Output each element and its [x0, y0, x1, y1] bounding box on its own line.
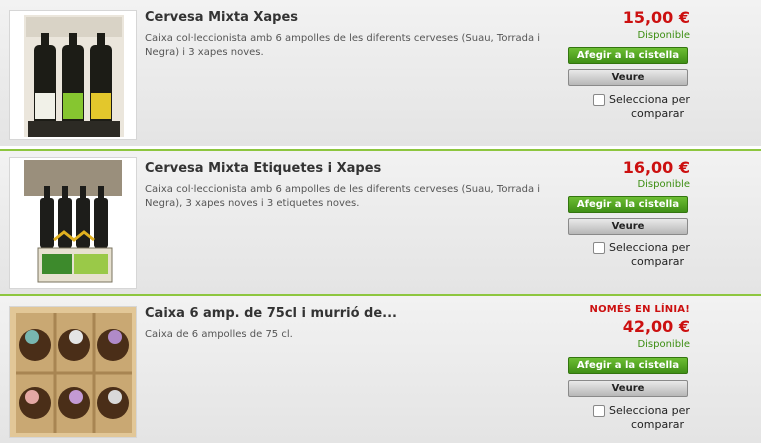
availability-status: Disponible	[637, 339, 690, 350]
product-description: Caixa col·leccionista amb 6 ampolles de …	[145, 33, 541, 58]
checkbox[interactable]	[593, 405, 605, 417]
availability-status: Disponible	[637, 179, 690, 190]
price: 15,00 €	[622, 8, 690, 27]
product-image[interactable]	[9, 157, 137, 289]
product-image[interactable]	[9, 306, 137, 438]
price: 16,00 €	[622, 158, 690, 177]
checkbox[interactable]	[593, 94, 605, 106]
product-item: Cervesa Mixta Etiquetes i Xapes Caixa co…	[0, 149, 761, 294]
product-title[interactable]: Cervesa Mixta Etiquetes i Xapes	[145, 161, 381, 176]
compare-label: Selecciona per	[609, 404, 690, 417]
online-only-badge: NOMÉS EN LÍNIA!	[589, 304, 690, 315]
product-image[interactable]	[9, 10, 137, 140]
availability-status: Disponible	[637, 30, 690, 41]
compare-label-2: comparar	[631, 107, 685, 120]
compare-label: Selecciona per	[609, 93, 690, 106]
add-to-cart-button[interactable]: Afegir a la cistella	[568, 196, 688, 213]
product-title[interactable]: Cervesa Mixta Xapes	[145, 10, 298, 25]
view-button[interactable]: Veure	[568, 69, 688, 86]
view-button[interactable]: Veure	[568, 218, 688, 235]
price: 42,00 €	[622, 317, 690, 336]
product-item: Cervesa Mixta Xapes Caixa col·leccionist…	[0, 0, 761, 146]
view-button[interactable]: Veure	[568, 380, 688, 397]
product-item: Caixa 6 amp. de 75cl i murrió de... Caix…	[0, 294, 761, 443]
product-description: Caixa de 6 ampolles de 75 cl.	[145, 329, 293, 340]
compare-label-2: comparar	[631, 255, 685, 268]
product-title[interactable]: Caixa 6 amp. de 75cl i murrió de...	[145, 306, 397, 321]
compare-label: Selecciona per	[609, 241, 690, 254]
product-list: Cervesa Mixta Xapes Caixa col·leccionist…	[0, 0, 761, 443]
compare-label-2: comparar	[631, 418, 685, 431]
add-to-cart-button[interactable]: Afegir a la cistella	[568, 357, 688, 374]
product-description: Caixa col·leccionista amb 6 ampolles de …	[145, 184, 541, 209]
add-to-cart-button[interactable]: Afegir a la cistella	[568, 47, 688, 64]
checkbox[interactable]	[593, 242, 605, 254]
